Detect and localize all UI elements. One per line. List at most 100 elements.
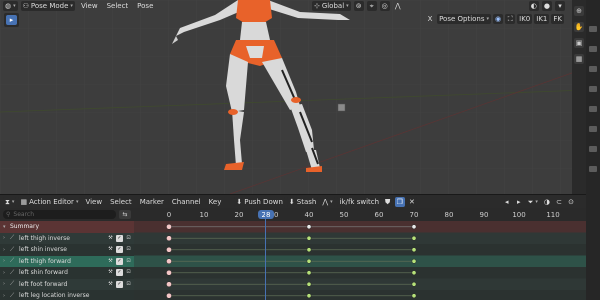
snap-dopesheet-button[interactable]: ⊂ xyxy=(554,197,564,207)
arrow-next[interactable]: ▸ xyxy=(514,197,524,207)
keyframe[interactable] xyxy=(411,247,417,253)
wrench-icon[interactable]: ⚒ xyxy=(107,246,114,253)
timeline-ruler[interactable]: ⚲ Search ⇆ 0 10 20 30 40 50 60 70 80 90 … xyxy=(0,208,586,221)
channel-row[interactable]: › ⟋ left shin inverse ⚒ ✓ ⊡ xyxy=(0,244,134,256)
ae-menu-key[interactable]: Key xyxy=(206,197,225,207)
action-name-field[interactable]: ik/fk switch xyxy=(336,196,381,207)
push-down-button[interactable]: ⬇ Push Down xyxy=(234,196,285,207)
checkbox-icon[interactable]: ✓ xyxy=(116,280,123,288)
keyframe[interactable] xyxy=(411,270,417,276)
keyframe[interactable] xyxy=(166,281,172,288)
keyframe[interactable] xyxy=(166,223,172,230)
fake-user-button[interactable]: ⛊ xyxy=(382,196,393,207)
expand-icon[interactable]: › xyxy=(3,235,10,241)
ae-menu-view[interactable]: View xyxy=(82,197,105,207)
keyframe[interactable] xyxy=(306,293,312,299)
expand-icon[interactable]: › xyxy=(3,270,10,276)
dopesheet-editor-button[interactable]: ⧗ ▾ xyxy=(3,196,17,207)
checkbox-icon[interactable]: ✓ xyxy=(116,246,123,253)
mode-selector[interactable]: ⚇ Pose Mode ▾ xyxy=(20,1,75,11)
character-model[interactable] xyxy=(0,0,586,194)
keyframe[interactable] xyxy=(306,270,312,276)
ae-menu-marker[interactable]: Marker xyxy=(137,197,167,207)
editor-mode-selector[interactable]: ▦ Action Editor ▾ xyxy=(18,196,81,207)
expand-icon[interactable]: › xyxy=(3,293,10,299)
dopesheet-area[interactable] xyxy=(134,221,586,300)
shading-menu[interactable]: ▾ xyxy=(555,1,565,11)
lock-icon[interactable]: ⊡ xyxy=(125,269,132,276)
ae-menu-select[interactable]: Select xyxy=(107,197,135,207)
expand-icon[interactable]: ▾ xyxy=(3,224,10,230)
channel-row[interactable]: › ⟋ left shin forward ⚒ ✓ ⊡ xyxy=(0,267,134,279)
frame-arrows[interactable]: ◂ xyxy=(502,197,512,207)
unlink-action-button[interactable]: ✕ xyxy=(406,196,417,207)
grid-icon[interactable]: ▦ xyxy=(574,54,584,64)
expand-icon[interactable]: › xyxy=(3,281,10,287)
channel-filter-button[interactable]: ⇆ xyxy=(119,210,131,219)
lock-icon[interactable]: ⊡ xyxy=(125,281,132,288)
x-axis-button[interactable]: X xyxy=(425,14,435,24)
channel-row[interactable]: › ⟋ left foot forward ⚒ ✓ ⊡ xyxy=(0,278,134,290)
pivot-button[interactable]: ⊚ xyxy=(353,1,364,11)
channel-row[interactable]: › ⟋ left thigh inverse ⚒ ✓ ⊡ xyxy=(0,232,134,244)
keyframe[interactable] xyxy=(411,281,417,287)
transform-orientation[interactable]: ⊹ Global ▾ xyxy=(311,1,351,11)
menu-pose[interactable]: Pose xyxy=(134,1,156,11)
editor-type-button[interactable]: ◍ ▾ xyxy=(3,1,18,11)
menu-select[interactable]: Select xyxy=(104,1,132,11)
ik1-button[interactable]: IK1 xyxy=(534,14,550,24)
hand-icon[interactable]: ✋ xyxy=(574,22,584,32)
wrench-icon[interactable]: ⚒ xyxy=(107,281,114,288)
keyframe[interactable] xyxy=(306,281,312,287)
playhead[interactable] xyxy=(265,211,266,300)
lock-icon[interactable]: ⊡ xyxy=(125,246,132,253)
wrench-icon[interactable]: ⚒ xyxy=(107,258,114,265)
shading-button[interactable]: ● xyxy=(541,1,552,11)
lock-icon[interactable]: ⊡ xyxy=(125,235,132,242)
keyframe[interactable] xyxy=(166,269,172,276)
wrench-icon[interactable]: ⚒ xyxy=(107,235,114,242)
3d-viewport[interactable]: ◍ ▾ ⚇ Pose Mode ▾ View Select Pose ⊹ Global… xyxy=(0,0,586,194)
tool-select-box[interactable]: ▸ xyxy=(4,13,19,27)
display-toggle[interactable]: ⛶ xyxy=(505,14,516,24)
keyframe[interactable] xyxy=(411,224,417,230)
lock-icon[interactable]: ⊡ xyxy=(125,258,132,265)
checkbox-icon[interactable]: ✓ xyxy=(116,234,123,242)
checkbox-icon[interactable]: ✓ xyxy=(116,257,123,265)
channel-row[interactable]: › ⟋ left leg location inverse xyxy=(0,290,134,300)
channel-summary[interactable]: ▾ Summary xyxy=(0,221,134,233)
zoom-icon[interactable]: ⊕ xyxy=(574,6,584,16)
stash-button[interactable]: ⬇ Stash xyxy=(286,196,319,207)
keyframe[interactable] xyxy=(306,258,312,264)
camera-icon[interactable]: ▣ xyxy=(574,38,584,48)
keyframe[interactable] xyxy=(166,292,172,299)
onion-button[interactable]: ◑ xyxy=(542,197,552,207)
checkbox-icon[interactable]: ✓ xyxy=(116,269,123,276)
wrench-icon[interactable]: ⚒ xyxy=(107,269,114,276)
keyframe[interactable] xyxy=(166,258,172,265)
keyframe[interactable] xyxy=(166,235,172,242)
expand-icon[interactable]: › xyxy=(3,247,10,253)
keyframe[interactable] xyxy=(411,258,417,264)
current-frame-indicator[interactable]: 28 xyxy=(258,210,274,219)
pose-options-button[interactable]: Pose Options ▾ xyxy=(437,14,492,24)
ae-menu-channel[interactable]: Channel xyxy=(169,197,204,207)
ik0-button[interactable]: IK0 xyxy=(517,14,533,24)
new-action-button[interactable]: ❐ xyxy=(394,196,405,207)
action-browse-button[interactable]: ⋀ ▾ xyxy=(320,196,335,207)
keyframe-canvas[interactable] xyxy=(134,221,586,300)
fk-button[interactable]: FK xyxy=(551,14,564,24)
overlay-extra[interactable]: ⋀ xyxy=(393,1,403,11)
overlay-button[interactable]: ◐ xyxy=(528,1,539,11)
visibility-toggle[interactable]: ◉ xyxy=(493,14,504,24)
expand-icon[interactable]: › xyxy=(3,258,10,264)
filters-button[interactable]: ⏷ ▾ xyxy=(526,197,540,207)
keyframe[interactable] xyxy=(306,235,312,241)
snap-button[interactable]: ⌖ xyxy=(366,1,377,11)
menu-view[interactable]: View xyxy=(78,1,101,11)
proportional-button[interactable]: ◎ xyxy=(379,1,390,11)
keyframe[interactable] xyxy=(411,293,417,299)
keyframe[interactable] xyxy=(411,235,417,241)
channel-search-input[interactable]: ⚲ Search xyxy=(3,210,116,219)
proportional-dopesheet-button[interactable]: ⊙ xyxy=(566,197,576,207)
